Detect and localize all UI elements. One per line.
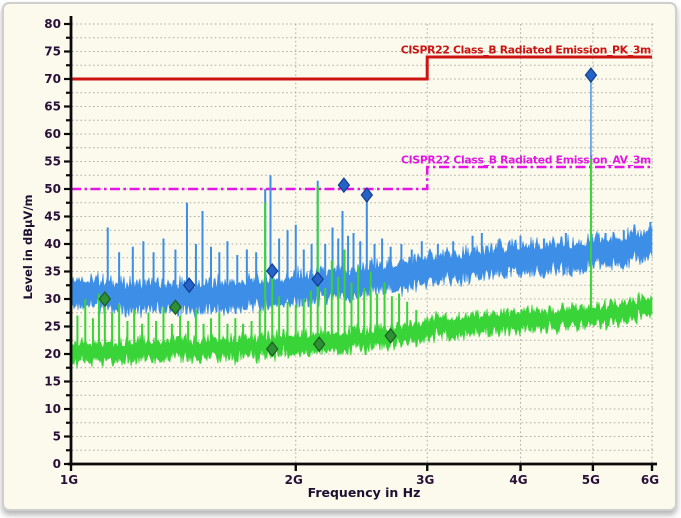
- y-tick-label: 10: [44, 402, 61, 416]
- y-tick-label: 65: [44, 100, 61, 114]
- y-tick-label: 80: [44, 17, 61, 31]
- x-tick-label: 6G: [641, 473, 659, 487]
- peak-markers-diamond: [585, 68, 596, 82]
- y-tick-label: 70: [44, 72, 61, 86]
- x-tick-label: 5G: [582, 473, 600, 487]
- emissions-chart: CISPR22 Class_B Radiated Emission_PK_3m C…: [4, 4, 675, 509]
- y-axis-title: Level in dBµV/m: [21, 187, 35, 307]
- x-tick-label: 1G: [60, 473, 78, 487]
- y-tick-label: 60: [44, 127, 61, 141]
- cispr22-av-limit-label: CISPR22 Class_B Radiated Emission_AV_3m: [401, 154, 651, 167]
- y-tick-label: 25: [44, 320, 61, 334]
- y-tick-label: 0: [53, 457, 61, 471]
- cispr22-pk-limit-label: CISPR22 Class_B Radiated Emission_PK_3m: [401, 44, 651, 57]
- y-tick-label: 40: [44, 237, 61, 251]
- y-tick-label: 35: [44, 265, 61, 279]
- x-tick-label: 4G: [509, 473, 527, 487]
- y-tick-label: 5: [53, 430, 61, 444]
- y-tick-label: 45: [44, 210, 61, 224]
- peak-markers-diamond: [267, 264, 278, 278]
- y-tick-label: 30: [44, 292, 61, 306]
- cispr22-pk-limit-line: [71, 57, 652, 79]
- y-tick-label: 20: [44, 347, 61, 361]
- cispr22-av-limit-line: [71, 167, 652, 189]
- x-axis-title: Frequency in Hz: [259, 485, 469, 500]
- y-tick-label: 15: [44, 375, 61, 389]
- screenshot-root: CISPR22 Class_B Radiated Emission_PK_3m C…: [0, 0, 681, 518]
- y-tick-label: 50: [44, 182, 61, 196]
- y-tick-label: 55: [44, 155, 61, 169]
- y-tick-label: 75: [44, 45, 61, 59]
- emissions-chart-frame: CISPR22 Class_B Radiated Emission_PK_3m C…: [2, 2, 677, 511]
